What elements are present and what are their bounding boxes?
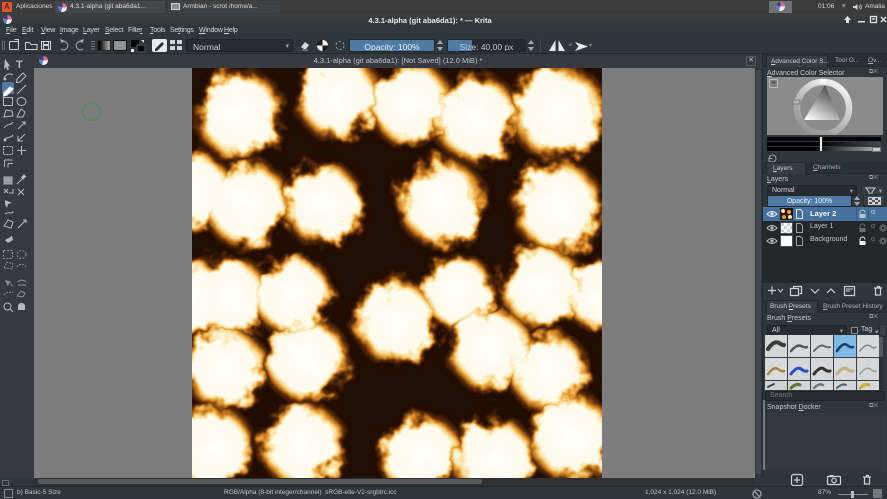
svg-text:T: T [16,59,23,71]
